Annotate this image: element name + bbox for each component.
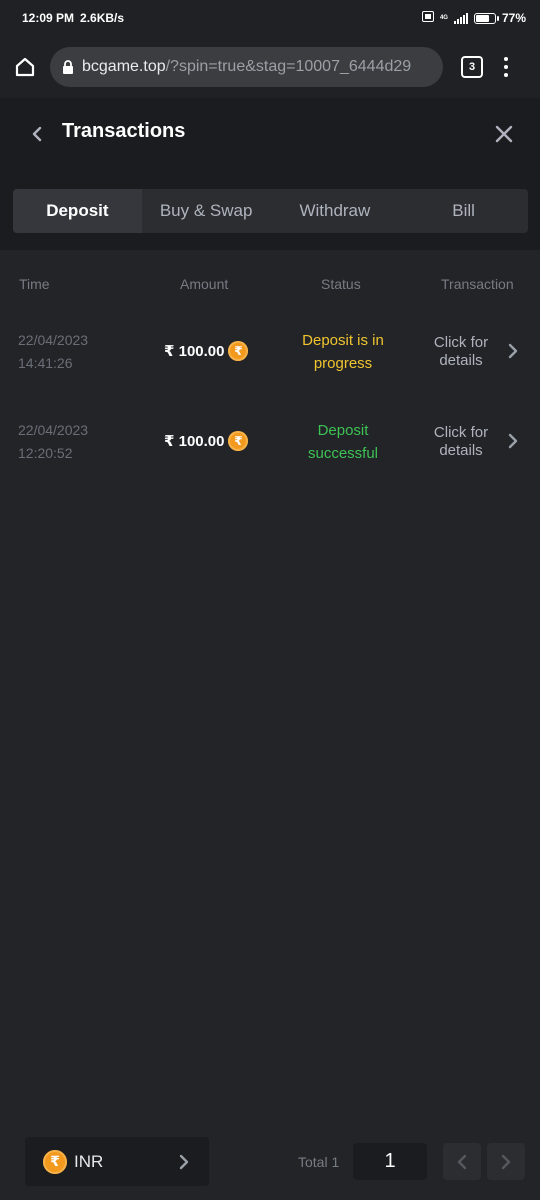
address-bar[interactable]: bcgame.top/?spin=true&stag=10007_6444d29: [50, 47, 443, 87]
status-line: successful: [307, 445, 379, 462]
browser-menu-button[interactable]: [501, 57, 511, 77]
amount-value: ₹ 100.00: [164, 343, 225, 360]
chevron-left-icon: [32, 126, 42, 142]
row-amount: ₹ 100.00 ₹: [164, 341, 249, 361]
details-line: Click for: [433, 334, 489, 351]
column-time: Time: [19, 276, 50, 292]
prev-page-button[interactable]: [443, 1143, 481, 1180]
status-line: Deposit: [317, 422, 369, 439]
row-time: 14:41:26: [18, 355, 73, 371]
status-badge: Deposit is in progress: [284, 329, 402, 375]
currency-code: INR: [74, 1151, 104, 1171]
tab-deposit[interactable]: Deposit: [13, 189, 142, 233]
lock-icon: [63, 59, 73, 74]
url-path: /?spin=true&stag=10007_6444d29: [165, 58, 412, 75]
pagination-footer: ₹ INR Total 1 1: [0, 1137, 540, 1187]
url-host: bcgame.top: [82, 58, 166, 75]
tab-buy-swap[interactable]: Buy & Swap: [142, 189, 271, 233]
home-button[interactable]: [0, 36, 50, 98]
signal-icon: [453, 12, 468, 24]
column-transaction: Transaction: [441, 276, 514, 292]
details-line: details: [439, 442, 483, 459]
details-line: Click for: [433, 424, 489, 441]
page-title: Transactions: [62, 120, 186, 142]
status-badge: Deposit successful: [284, 419, 402, 465]
table-row[interactable]: 22/04/2023 12:20:52 ₹ 100.00 ₹ Deposit s…: [0, 419, 540, 499]
status-indicators: 4G 77%: [421, 11, 526, 25]
tab-withdraw[interactable]: Withdraw: [271, 189, 400, 233]
status-bar: 12:09 PM 2.6KB/s 4G 77%: [0, 0, 540, 36]
row-time: 12:20:52: [18, 445, 73, 461]
details-link[interactable]: Click for details: [420, 334, 502, 370]
next-page-button[interactable]: [487, 1143, 525, 1180]
inr-coin-icon: ₹: [228, 431, 249, 451]
status-time: 12:09 PM: [22, 11, 75, 25]
status-network-speed: 2.6KB/s: [80, 11, 125, 25]
details-line: details: [439, 352, 483, 369]
close-button[interactable]: [492, 122, 516, 146]
row-datetime: 22/04/2023 14:41:26: [18, 329, 88, 375]
status-line: progress: [313, 355, 373, 372]
chevron-right-icon: [179, 1154, 189, 1175]
chevron-right-icon: [501, 1154, 511, 1169]
row-date: 22/04/2023: [18, 332, 89, 348]
battery-level: 77%: [501, 11, 526, 25]
details-link[interactable]: Click for details: [420, 424, 502, 460]
row-amount: ₹ 100.00 ₹: [164, 431, 249, 451]
inr-coin-icon: ₹: [228, 341, 249, 361]
row-datetime: 22/04/2023 12:20:52: [18, 419, 88, 465]
row-date: 22/04/2023: [18, 422, 89, 438]
chevron-left-icon: [457, 1154, 467, 1169]
transactions-header: Transactions Deposit Buy & Swap Withdraw…: [0, 98, 540, 250]
tab-count: 3: [468, 61, 476, 73]
column-status: Status: [321, 276, 361, 292]
back-button[interactable]: [26, 122, 48, 146]
table-header: Time Amount Status Transaction: [0, 276, 540, 296]
close-icon: [495, 125, 513, 143]
chevron-right-icon[interactable]: [508, 343, 520, 359]
menu-dot-icon: [504, 65, 508, 69]
home-icon: [15, 57, 35, 77]
network-type-icon: 4G: [439, 15, 448, 21]
status-line: Deposit is in: [302, 332, 384, 349]
tab-switcher-button[interactable]: 3: [461, 56, 483, 78]
amount-value: ₹ 100.00: [164, 433, 225, 450]
inr-coin-icon: ₹: [43, 1149, 67, 1174]
battery-icon: [473, 12, 499, 24]
table-row[interactable]: 22/04/2023 14:41:26 ₹ 100.00 ₹ Deposit i…: [0, 329, 540, 409]
volte-icon: [421, 11, 434, 25]
chevron-right-icon[interactable]: [508, 433, 520, 449]
menu-dot-icon: [504, 73, 508, 77]
menu-dot-icon: [504, 57, 508, 61]
transaction-tabs: Deposit Buy & Swap Withdraw Bill: [13, 189, 528, 233]
page-number-input[interactable]: 1: [353, 1143, 427, 1180]
currency-selector[interactable]: ₹ INR: [25, 1137, 209, 1186]
tab-bill[interactable]: Bill: [399, 189, 528, 233]
browser-toolbar: bcgame.top/?spin=true&stag=10007_6444d29…: [0, 36, 540, 98]
column-amount: Amount: [180, 276, 229, 292]
total-count: Total 1: [298, 1154, 340, 1170]
